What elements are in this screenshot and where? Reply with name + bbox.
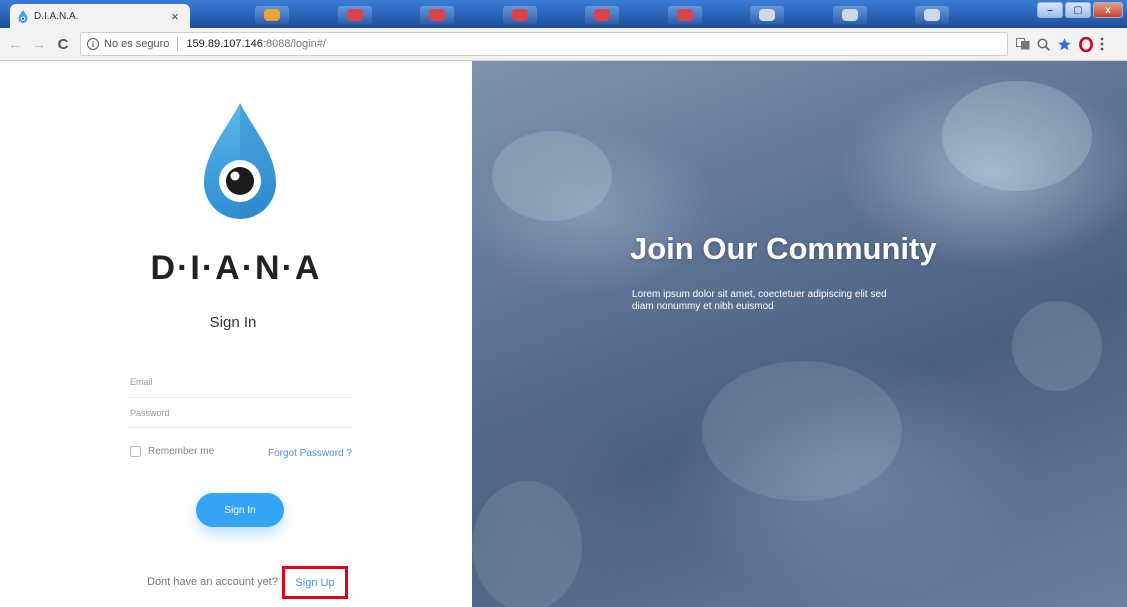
taskbar-app-icon — [255, 6, 289, 24]
remember-me-checkbox[interactable] — [130, 446, 141, 457]
taskbar-app-icon — [668, 6, 702, 24]
browser-tab[interactable]: D.I.A.N.A. × — [10, 4, 190, 28]
email-field[interactable] — [128, 373, 352, 395]
minimize-button[interactable]: – — [1037, 2, 1063, 18]
taskbar-app-icon — [833, 6, 867, 24]
brand-wordmark: D·I·A·N·A — [150, 249, 322, 287]
password-field[interactable] — [128, 404, 352, 426]
window-controls: – ▢ x — [1037, 2, 1123, 18]
taskbar-app-icon — [915, 6, 949, 24]
toolbar-icons — [1016, 36, 1104, 52]
browser-toolbar: ← → C i No es seguro 159.89.107.146 :808… — [0, 28, 1127, 61]
forgot-password-link[interactable]: Forgot Password ? — [268, 448, 352, 459]
login-panel: D·I·A·N·A Sign In Email Password Remembe… — [0, 61, 472, 607]
browser-tabbar: D.I.A.N.A. × – ▢ x — [0, 0, 1127, 28]
star-icon[interactable] — [1057, 37, 1072, 52]
kebab-menu-icon[interactable] — [1100, 37, 1104, 51]
back-button[interactable]: ← — [6, 36, 24, 52]
taskbar-app-icon — [420, 6, 454, 24]
taskbar-app-icon — [338, 6, 372, 24]
water-splash — [1012, 301, 1102, 391]
email-underline — [128, 397, 352, 398]
water-splash — [492, 131, 612, 221]
forward-button[interactable]: → — [30, 36, 48, 52]
info-icon[interactable]: i — [87, 38, 99, 50]
opera-icon[interactable] — [1079, 36, 1093, 52]
no-account-text: Dont have an account yet? — [147, 576, 278, 588]
remember-me[interactable]: Remember me — [130, 446, 214, 457]
remember-me-label: Remember me — [148, 446, 215, 457]
security-label: No es seguro — [104, 38, 170, 50]
url-host: 159.89.107.146 — [186, 38, 263, 50]
sign-in-button[interactable]: Sign In — [196, 493, 284, 527]
taskbar-app-icon — [750, 6, 784, 24]
url-separator — [177, 37, 179, 51]
address-bar[interactable]: i No es seguro 159.89.107.146 :8088/logi… — [80, 32, 1008, 56]
reload-button[interactable]: C — [54, 36, 72, 53]
url-path: :8088/login#/ — [262, 38, 326, 50]
taskbar-app-icon — [503, 6, 537, 24]
hero-title: Join Our Community — [630, 231, 937, 266]
tab-close-icon[interactable]: × — [168, 9, 182, 24]
login-page: D·I·A·N·A Sign In Email Password Remembe… — [0, 61, 1127, 607]
tab-title: D.I.A.N.A. — [34, 10, 79, 22]
diana-drop-logo-icon — [204, 103, 276, 219]
sign-up-link[interactable]: Sign Up — [282, 566, 348, 599]
hero-panel: Join Our Community Lorem ipsum dolor sit… — [472, 61, 1127, 607]
drop-favicon-icon — [18, 9, 28, 23]
window-close-button[interactable]: x — [1093, 2, 1123, 18]
hero-text: Lorem ipsum dolor sit amet, coectetuer a… — [632, 289, 887, 312]
zoom-icon[interactable] — [1037, 38, 1050, 51]
maximize-button[interactable]: ▢ — [1065, 2, 1091, 18]
sign-up-label: Sign Up — [295, 576, 335, 589]
water-splash — [942, 81, 1092, 191]
translate-icon[interactable] — [1016, 38, 1030, 50]
sign-in-heading: Sign In — [209, 314, 257, 331]
water-splash — [472, 481, 582, 607]
taskbar-app-icon — [585, 6, 619, 24]
password-underline — [128, 427, 352, 428]
water-splash — [702, 361, 902, 501]
